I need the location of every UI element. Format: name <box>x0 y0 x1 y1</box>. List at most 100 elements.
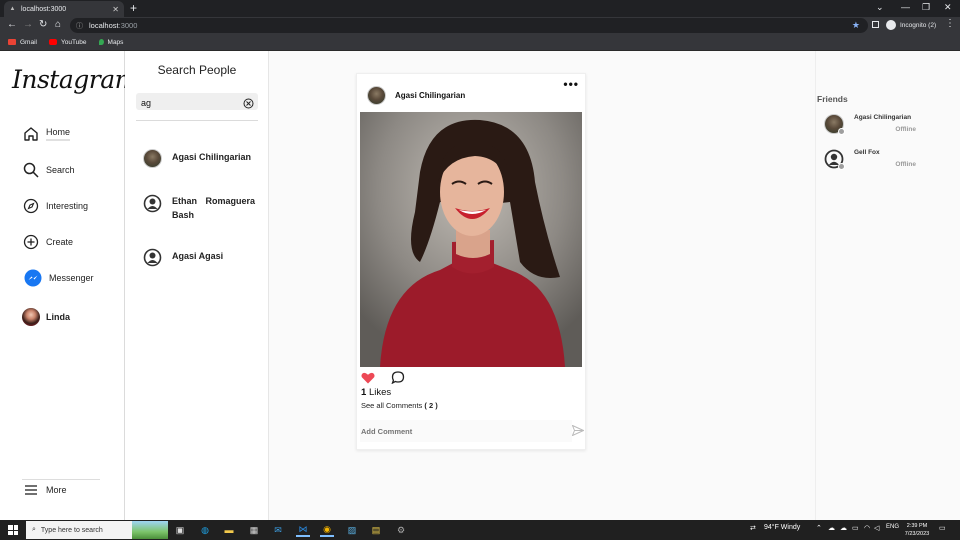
browser-toolbar: ← → ↻ ⌂ ⓘ localhost:3000 ★ <box>0 17 960 34</box>
friend-status: Offline <box>895 126 916 133</box>
close-window-button[interactable]: ✕ <box>944 2 952 13</box>
tab-search-icon[interactable]: ⌄ <box>876 2 884 13</box>
post-card: Agasi Chilingarian ••• 1 Likes See all C… <box>356 73 586 450</box>
sidebar-item-interesting[interactable]: Interesting <box>22 197 88 215</box>
ellipsis-icon[interactable]: ••• <box>563 77 579 91</box>
restore-button[interactable]: ❐ <box>922 2 930 13</box>
browser-menu-icon[interactable]: ⋮ <box>945 18 955 29</box>
post-author[interactable]: Agasi Chilingarian <box>395 91 465 100</box>
clock-date: 7/23/2023 <box>904 531 930 537</box>
address-url: localhost:3000 <box>89 21 138 30</box>
status-dot <box>838 163 845 170</box>
bookmark-gmail[interactable]: Gmail <box>8 39 37 46</box>
bookmark-maps[interactable]: Maps <box>98 39 123 46</box>
sidebar-item-more[interactable]: More <box>22 481 67 499</box>
post-image <box>360 112 582 367</box>
forward-button[interactable]: → <box>23 18 33 32</box>
file-explorer-icon[interactable]: ▬ <box>222 523 236 537</box>
bookmark-youtube[interactable]: YouTube <box>48 39 87 46</box>
friend-name: Agasi Chilingarian <box>854 114 912 121</box>
site-info-icon[interactable]: ⓘ <box>76 21 83 31</box>
volume-icon[interactable]: ◁ <box>874 524 879 532</box>
default-avatar-icon <box>143 248 162 267</box>
add-comment-box <box>360 420 572 442</box>
default-avatar-icon <box>143 194 162 213</box>
clear-search-icon[interactable] <box>243 96 254 109</box>
search-result[interactable]: Agasi Agasi <box>143 248 223 267</box>
sidebar-item-home[interactable]: Home <box>22 125 71 143</box>
search-result-name: Ethan Romaguera Bash <box>172 196 255 220</box>
bookmark-star-icon[interactable]: ★ <box>852 20 860 31</box>
browser-tab[interactable]: ▲ localhost:3000 ✕ <box>4 1 124 17</box>
menu-icon <box>22 481 40 499</box>
network-icon[interactable]: ▭ <box>852 524 859 532</box>
notifications-icon[interactable]: ▭ <box>939 524 946 532</box>
search-result[interactable]: Ethan Romaguera Bash <box>143 194 255 222</box>
search-divider <box>136 120 258 121</box>
friends-panel: Friends Agasi Chilingarian Offline Gell … <box>815 51 960 520</box>
friend-status: Offline <box>895 161 916 168</box>
instagram-logo[interactable]: Instagram <box>12 65 138 94</box>
more-divider <box>22 479 100 480</box>
incognito-indicator[interactable]: Incognito (2) <box>886 20 936 30</box>
mail-icon[interactable]: ✉ <box>271 523 285 537</box>
comment-icon[interactable] <box>391 371 405 389</box>
side-panel-icon[interactable] <box>872 21 879 28</box>
reload-button[interactable]: ↻ <box>39 18 47 32</box>
weather-label[interactable]: 94°F Windy <box>764 524 800 531</box>
search-input[interactable] <box>136 94 236 112</box>
notepad-icon[interactable]: ▤ <box>369 523 383 537</box>
sidebar-item-search[interactable]: Search <box>22 161 75 179</box>
search-icon <box>22 161 40 179</box>
language-label[interactable]: ENG <box>886 524 899 530</box>
back-button[interactable]: ← <box>7 18 17 32</box>
app-icon[interactable]: ⚙ <box>394 523 408 537</box>
sidebar-item-create[interactable]: Create <box>22 233 73 251</box>
comment-input[interactable] <box>360 420 560 442</box>
search-panel: Search People Agasi Chilingarian Ethan R… <box>125 51 269 520</box>
youtube-icon <box>48 39 57 45</box>
avatar <box>143 149 162 168</box>
sidebar-item-profile[interactable]: Linda <box>22 308 70 326</box>
clock-time: 2:39 PM <box>906 523 928 529</box>
send-icon[interactable] <box>571 423 585 441</box>
taskbar-search[interactable]: ⌕ Type here to search <box>26 521 168 539</box>
sidebar: Instagram Home Search Interesting Create <box>0 51 138 520</box>
task-view-icon[interactable]: ▣ <box>173 523 187 537</box>
photos-icon[interactable]: ▨ <box>345 523 359 537</box>
avatar[interactable] <box>367 86 386 105</box>
instagram-app: Instagram Home Search Interesting Create <box>0 51 960 520</box>
incognito-label: Incognito (2) <box>900 21 937 29</box>
store-icon[interactable]: ▦ <box>247 523 261 537</box>
vscode-icon[interactable]: ⋈ <box>296 523 310 537</box>
minimize-button[interactable]: — <box>901 2 910 12</box>
windows-start-icon[interactable] <box>8 525 18 535</box>
home-icon <box>22 125 40 143</box>
page-favicon-icon: ▲ <box>9 6 16 12</box>
search-highlight-image <box>132 521 168 539</box>
tray-chevron-icon[interactable]: ⌃ <box>816 524 822 532</box>
plus-circle-icon <box>22 233 40 251</box>
search-result-name: Agasi Chilingarian <box>172 152 252 162</box>
sidebar-item-messenger[interactable]: Messenger <box>22 269 94 287</box>
browser-tabstrip: ▲ localhost:3000 ✕ + ⌄ — ❐ ✕ <box>0 0 960 17</box>
address-bar[interactable]: ⓘ localhost:3000 ★ <box>70 18 868 33</box>
system-clock[interactable]: 2:39 PM 7/23/2023 <box>900 522 934 538</box>
gmail-icon <box>8 39 16 45</box>
home-button[interactable]: ⌂ <box>55 18 61 32</box>
maps-icon <box>98 39 104 45</box>
search-result[interactable]: Agasi Chilingarian <box>143 149 251 168</box>
friend-item[interactable]: Agasi Chilingarian Offline <box>824 114 924 135</box>
status-dot <box>838 128 845 135</box>
search-result-name: Agasi Agasi <box>172 251 224 261</box>
windows-taskbar: ⌕ Type here to search ▣ ◍ ▬ ▦ ✉ ⋈ ◉ ▨ ▤ … <box>0 520 960 540</box>
wifi-icon[interactable]: ◠ <box>864 524 870 532</box>
see-comments-link[interactable]: See all Comments ( 2 ) <box>361 401 438 410</box>
new-tab-button[interactable]: + <box>130 1 137 15</box>
edge-icon[interactable]: ◍ <box>198 523 212 537</box>
friends-title: Friends <box>817 94 848 104</box>
chrome-icon[interactable]: ◉ <box>320 523 334 537</box>
weather-icon: ⇄ <box>750 525 756 532</box>
tab-close-icon[interactable]: ✕ <box>112 5 119 14</box>
friend-item[interactable]: Gell Fox Offline <box>824 149 924 170</box>
